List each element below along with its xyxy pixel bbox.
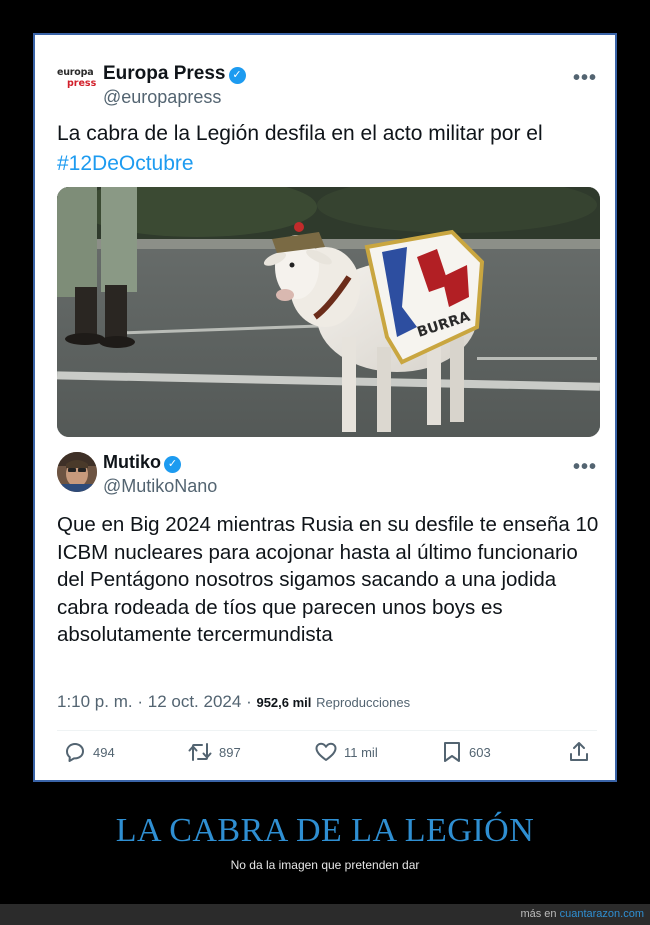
bookmark-count: 603 bbox=[469, 744, 491, 760]
more-options-icon[interactable]: ••• bbox=[573, 67, 597, 90]
tweet-time[interactable]: 1:10 p. m. bbox=[57, 692, 133, 711]
tweet-media-image[interactable]: BURRA bbox=[57, 187, 600, 437]
heart-icon bbox=[315, 742, 337, 761]
reply-icon bbox=[66, 743, 84, 762]
footer-bar: más en cuantarazon.com bbox=[0, 904, 650, 925]
tweet-date[interactable]: 12 oct. 2024 bbox=[148, 692, 242, 711]
share-button[interactable] bbox=[567, 737, 591, 767]
more-options-icon[interactable]: ••• bbox=[573, 456, 597, 479]
footer-text: más en cuantarazon.com bbox=[520, 908, 644, 920]
bookmark-icon bbox=[444, 742, 460, 762]
quoted-text-body: La cabra de la Legión desfila en el acto… bbox=[57, 122, 543, 145]
footer-prefix: más en bbox=[520, 908, 560, 920]
logo-line2: press bbox=[67, 78, 97, 89]
bookmark-button[interactable]: 603 bbox=[441, 737, 491, 767]
avatar-image bbox=[57, 452, 97, 492]
meta-separator: · bbox=[246, 692, 252, 711]
like-count: 11 mil bbox=[344, 744, 378, 760]
caption-title: LA CABRA DE LA LEGIÓN bbox=[115, 812, 535, 849]
reply-count: 494 bbox=[93, 744, 115, 760]
views-label: Reproducciones bbox=[316, 695, 411, 710]
reply-button[interactable]: 494 bbox=[63, 737, 115, 767]
quoted-tweet-text: La cabra de la Legión desfila en el acto… bbox=[57, 119, 607, 179]
views-count: 952,6 mil bbox=[256, 695, 312, 710]
logo-line1: europa bbox=[57, 67, 94, 78]
quoted-display-name-text: Europa Press bbox=[103, 63, 226, 84]
quoted-handle[interactable]: @europapress bbox=[103, 87, 221, 108]
goat-parade-photo: BURRA bbox=[57, 187, 600, 437]
action-bar: 494 897 11 mil 603 bbox=[57, 737, 597, 767]
share-icon bbox=[570, 742, 588, 761]
retweet-icon bbox=[188, 743, 212, 761]
caption-subtitle: No da la imagen que pretenden dar bbox=[230, 858, 420, 872]
verified-badge-icon: ✓ bbox=[164, 456, 181, 473]
avatar[interactable] bbox=[57, 452, 97, 492]
tweet-card: europa press Europa Press ✓ @europapress … bbox=[37, 37, 613, 778]
quoted-tweet-header: europa press Europa Press ✓ @europapress … bbox=[57, 63, 597, 107]
site-link[interactable]: cuantarazon.com bbox=[560, 908, 644, 920]
reply-handle[interactable]: @MutikoNano bbox=[103, 476, 217, 497]
reply-display-name[interactable]: Mutiko ✓ bbox=[103, 452, 181, 473]
verified-badge-icon: ✓ bbox=[228, 67, 246, 84]
retweet-count: 897 bbox=[219, 744, 241, 760]
hashtag-link[interactable]: #12DeOctubre bbox=[57, 152, 194, 175]
tweet-metadata: 1:10 p. m. · 12 oct. 2024 · 952,6 mil Re… bbox=[57, 692, 410, 712]
reply-tweet-header: Mutiko ✓ @MutikoNano ••• bbox=[57, 452, 597, 496]
retweet-button[interactable]: 897 bbox=[187, 737, 241, 767]
quoted-display-name[interactable]: Europa Press ✓ bbox=[103, 63, 246, 85]
reply-tweet-text: Que en Big 2024 mientras Rusia en su des… bbox=[57, 513, 599, 646]
divider bbox=[57, 730, 597, 731]
europa-press-logo[interactable]: europa press bbox=[57, 67, 97, 99]
meta-separator: · bbox=[137, 692, 144, 711]
reply-display-name-text: Mutiko bbox=[103, 452, 161, 472]
tweet-frame: europa press Europa Press ✓ @europapress … bbox=[33, 33, 617, 782]
like-button[interactable]: 11 mil bbox=[314, 737, 378, 767]
